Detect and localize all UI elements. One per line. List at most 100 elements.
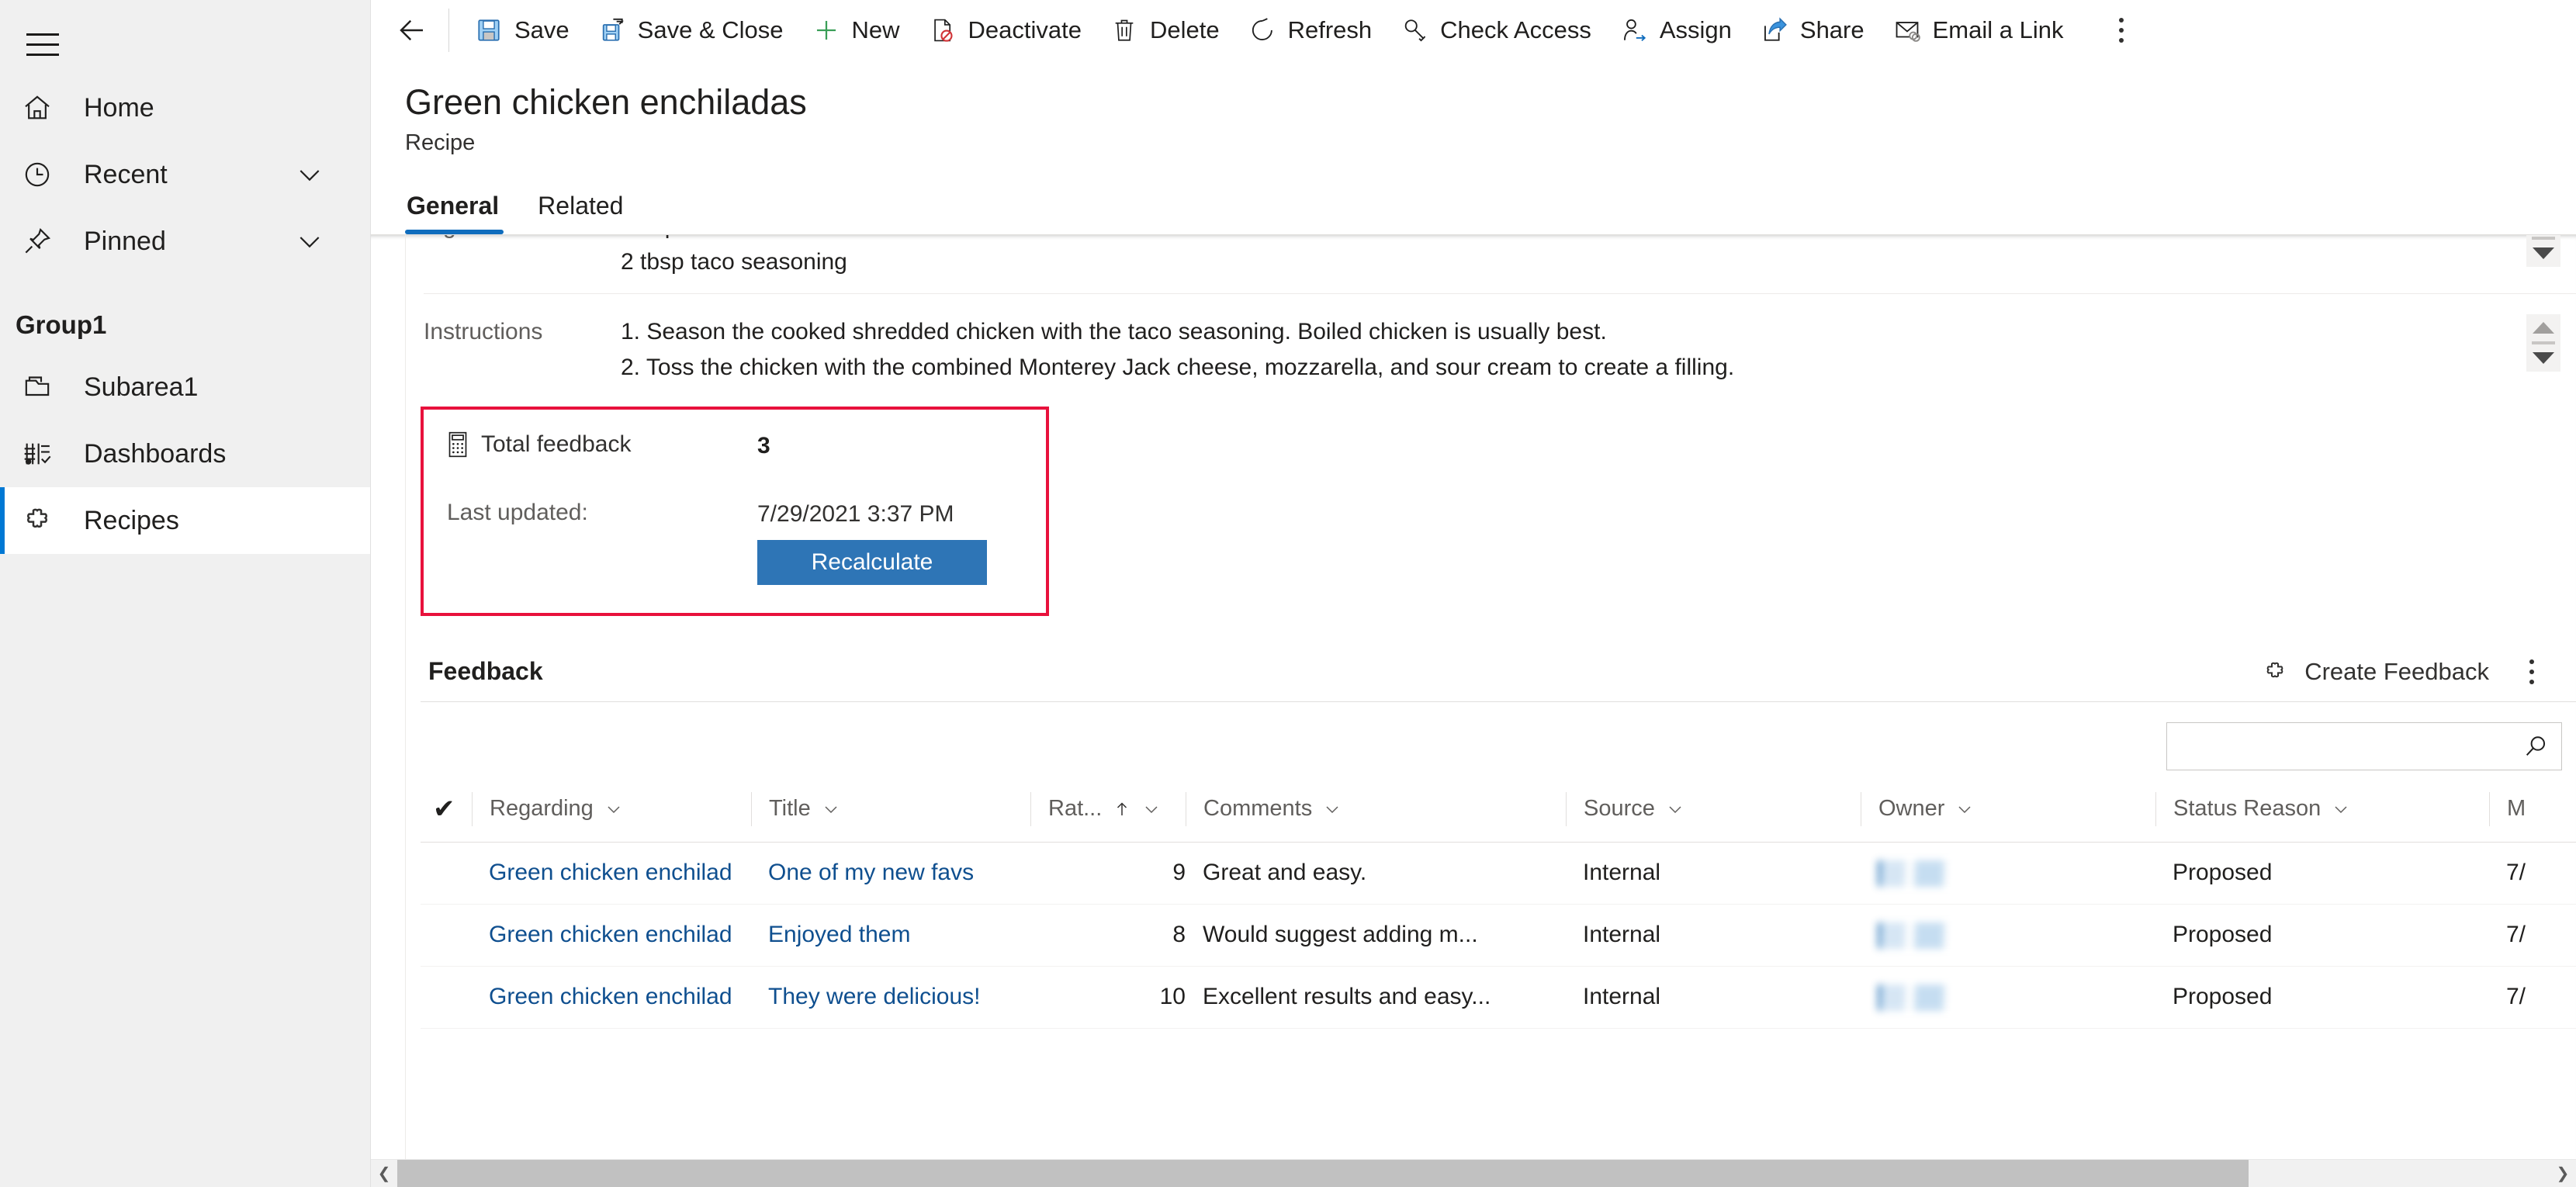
save-button[interactable]: Save xyxy=(460,6,583,54)
feedback-grid-wrap: ✔ Regarding Title Rat... Comments Source… xyxy=(421,785,2576,1029)
sidebar-group-header: Group1 xyxy=(16,310,107,339)
sidebar-item-dashboards[interactable]: Dashboards xyxy=(0,420,370,487)
total-feedback-value: 3 xyxy=(757,432,770,459)
refresh-icon xyxy=(1248,17,1277,43)
sidebar-item-subarea1[interactable]: Subarea1 xyxy=(0,354,370,420)
title-link[interactable]: They were delicious! xyxy=(768,984,980,1009)
regarding-link[interactable]: Green chicken enchilad xyxy=(489,922,732,947)
title-link[interactable]: Enjoyed them xyxy=(768,922,910,947)
row-select-cell[interactable] xyxy=(421,966,472,1029)
assign-label: Assign xyxy=(1659,16,1732,43)
column-modified-on[interactable]: M xyxy=(2489,785,2576,843)
save-icon xyxy=(474,17,504,43)
tab-general[interactable]: General xyxy=(405,189,504,234)
cell-regarding[interactable]: Green chicken enchilad xyxy=(472,904,751,967)
recalculate-button[interactable]: Recalculate xyxy=(757,539,987,585)
email-a-link-button[interactable]: Email a Link xyxy=(1878,6,2078,54)
deactivate-button[interactable]: Deactivate xyxy=(914,6,1096,54)
hamburger-icon[interactable] xyxy=(17,14,78,74)
column-comments[interactable]: Comments xyxy=(1186,785,1566,843)
cell-title[interactable]: Enjoyed them xyxy=(751,904,1030,967)
owner-redacted xyxy=(1878,860,1974,887)
scroll-left-arrow[interactable]: ❮ xyxy=(371,1160,397,1187)
scroll-right-arrow[interactable]: ❯ xyxy=(2550,1160,2576,1187)
sidebar-item-pinned[interactable]: Pinned xyxy=(0,208,370,275)
cell-title[interactable]: One of my new favs xyxy=(751,842,1030,905)
chevron-down-icon[interactable] xyxy=(2332,800,2350,818)
check-access-button[interactable]: Check Access xyxy=(1386,6,1605,54)
ingredients-scroll-down[interactable] xyxy=(2526,234,2560,267)
cell-regarding[interactable]: Green chicken enchilad xyxy=(472,966,751,1029)
column-regarding[interactable]: Regarding xyxy=(472,785,751,843)
regarding-link[interactable]: Green chicken enchilad xyxy=(489,984,732,1009)
row-select-cell[interactable] xyxy=(421,904,472,967)
search-icon[interactable] xyxy=(2522,733,2549,760)
column-status-reason[interactable]: Status Reason xyxy=(2155,785,2489,843)
column-select-all[interactable]: ✔ xyxy=(421,785,472,843)
sidebar-item-recent[interactable]: Recent xyxy=(0,141,370,208)
share-button[interactable]: Share xyxy=(1746,6,1878,54)
pin-icon xyxy=(22,226,70,257)
cell-owner[interactable] xyxy=(1861,966,2155,1029)
subgrid-header: Feedback Create Feedback xyxy=(421,642,2576,701)
table-row[interactable]: Green chicken enchilad One of my new fav… xyxy=(421,842,2576,905)
back-arrow-icon[interactable] xyxy=(388,6,436,54)
chevron-down-icon[interactable] xyxy=(294,159,325,190)
scrollbar-track[interactable] xyxy=(397,1159,2550,1187)
assign-button[interactable]: Assign xyxy=(1605,6,1746,54)
regarding-link[interactable]: Green chicken enchilad xyxy=(489,860,732,885)
title-link[interactable]: One of my new favs xyxy=(768,860,974,885)
chevron-down-icon[interactable] xyxy=(822,800,840,818)
save-and-close-label: Save & Close xyxy=(637,16,784,43)
search-input[interactable] xyxy=(2180,732,2522,760)
form-scroll-area[interactable]: Ingredients 4 cups cooked shredded chick… xyxy=(371,234,2576,1187)
ingredient-line: 4 cups cooked shredded chicken xyxy=(621,235,2576,245)
column-rating[interactable]: Rat... xyxy=(1030,785,1186,843)
new-button[interactable]: New xyxy=(798,6,914,54)
field-label-ingredients: Ingredients xyxy=(424,235,621,281)
instructions-scroll-updown[interactable] xyxy=(2526,313,2560,372)
last-updated-row: Last updated: 7/29/2021 3:37 PM xyxy=(424,500,1046,528)
cell-modified-on: 7/ xyxy=(2489,966,2576,1029)
sidebar-item-recipes[interactable]: Recipes xyxy=(0,487,370,554)
chevron-down-icon[interactable] xyxy=(1666,800,1684,818)
total-feedback-card: Total feedback 3 Last updated: 7/29/2021… xyxy=(421,406,1049,616)
search-box[interactable] xyxy=(2166,722,2562,770)
column-title[interactable]: Title xyxy=(751,785,1030,843)
cell-title[interactable]: They were delicious! xyxy=(751,966,1030,1029)
column-owner[interactable]: Owner xyxy=(1861,785,2155,843)
chevron-down-icon[interactable] xyxy=(604,800,623,818)
table-row[interactable]: Green chicken enchilad They were delicio… xyxy=(421,966,2576,1029)
last-updated-label: Last updated: xyxy=(447,499,588,525)
clock-icon xyxy=(22,159,70,190)
more-commands-icon[interactable] xyxy=(2097,6,2145,54)
subgrid-more-commands-icon[interactable] xyxy=(2508,648,2556,696)
chevron-down-icon[interactable] xyxy=(1323,800,1342,818)
save-and-close-button[interactable]: Save & Close xyxy=(583,6,798,54)
table-row[interactable]: Green chicken enchilad Enjoyed them 8 Wo… xyxy=(421,904,2576,967)
last-updated-value: 7/29/2021 3:37 PM xyxy=(757,500,954,527)
row-select-cell[interactable] xyxy=(421,842,472,905)
cell-modified-on: 7/ xyxy=(2489,904,2576,967)
column-source[interactable]: Source xyxy=(1566,785,1861,843)
chevron-down-icon[interactable] xyxy=(1955,800,1974,818)
delete-button[interactable]: Delete xyxy=(1096,6,1234,54)
cell-regarding[interactable]: Green chicken enchilad xyxy=(472,842,751,905)
refresh-button[interactable]: Refresh xyxy=(1234,6,1387,54)
field-instructions[interactable]: Instructions 1. Season the cooked shredd… xyxy=(405,313,2576,386)
check-icon[interactable]: ✔ xyxy=(427,794,455,825)
puzzle-icon xyxy=(2263,659,2287,684)
cell-owner[interactable] xyxy=(1861,904,2155,967)
sidebar-item-home[interactable]: Home xyxy=(0,74,370,141)
field-ingredients[interactable]: Ingredients 4 cups cooked shredded chick… xyxy=(405,234,2576,281)
horizontal-scrollbar[interactable]: ❮ ❯ xyxy=(371,1159,2576,1187)
sidebar-item-label: Recipes xyxy=(84,505,179,535)
cell-status-reason: Proposed xyxy=(2155,904,2489,967)
cell-owner[interactable] xyxy=(1861,842,2155,905)
create-feedback-button[interactable]: Create Feedback xyxy=(2250,653,2502,690)
tab-related[interactable]: Related xyxy=(536,189,628,234)
chevron-down-icon[interactable] xyxy=(294,226,325,257)
share-icon xyxy=(1760,17,1789,43)
scrollbar-thumb[interactable] xyxy=(397,1159,2249,1187)
chevron-down-icon[interactable] xyxy=(1142,800,1161,818)
